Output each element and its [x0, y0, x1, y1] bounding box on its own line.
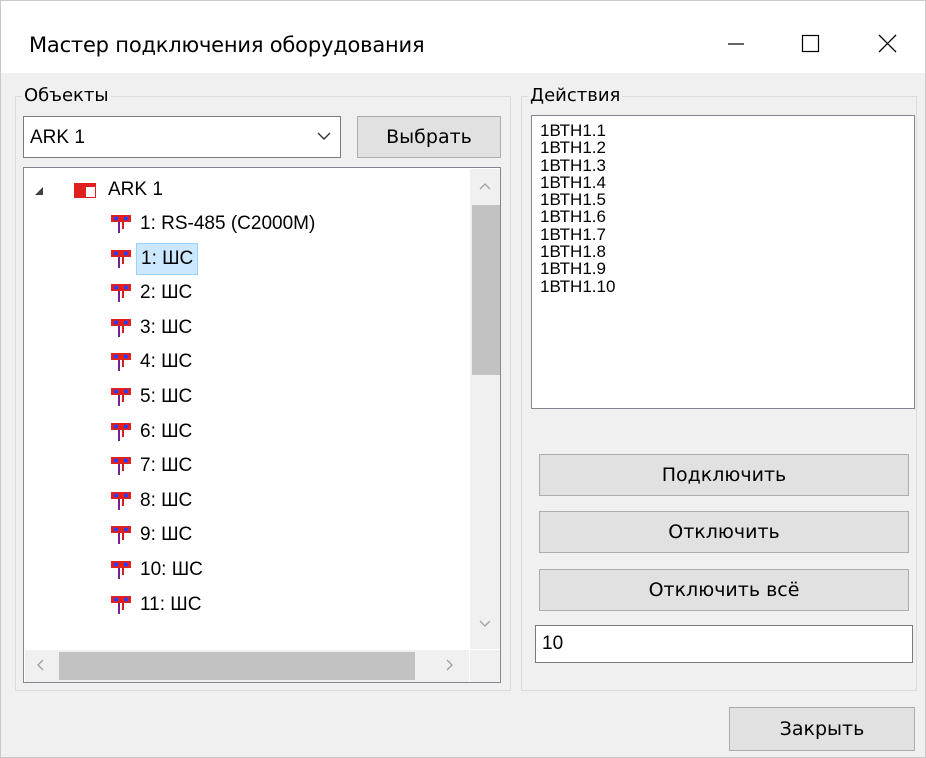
- zone-icon: [111, 284, 131, 303]
- actions-list-item[interactable]: 1ВТН1.9: [540, 260, 914, 278]
- tree-horizontal-scrollbar[interactable]: [25, 650, 469, 682]
- tree-node-zone-label: 6: ШС: [140, 420, 193, 442]
- tree-node-zone[interactable]: 2: ШС: [24, 277, 464, 309]
- window-title: Мастер подключения оборудования: [29, 33, 425, 57]
- chevron-down-icon: [317, 132, 331, 140]
- actions-list-item[interactable]: 1ВТН1.7: [540, 225, 914, 243]
- tree-node-zone[interactable]: 1: RS-485 (С2000М): [24, 208, 464, 240]
- connect-button[interactable]: Подключить: [539, 454, 909, 496]
- device-icon: [74, 183, 96, 198]
- tree-vertical-scrollbar[interactable]: [470, 169, 500, 649]
- actions-list-item[interactable]: 1ВТН1.10: [540, 277, 914, 295]
- disconnect-button-label: Отключить: [668, 521, 780, 543]
- actions-list-item[interactable]: 1ВТН1.3: [540, 156, 914, 174]
- tree-node-zone[interactable]: 7: ШС: [24, 450, 464, 482]
- tree-node-zone-label: 1: RS-485 (С2000М): [140, 213, 316, 234]
- actions-list[interactable]: 1ВТН1.1 1ВТН1.2 1ВТН1.3 1ВТН1.4 1ВТН1.5 1ВТН1…: [531, 115, 915, 409]
- actions-list-item[interactable]: 1ВТН1.1: [540, 122, 914, 140]
- tree-node-zone-label: 2: ШС: [140, 282, 193, 304]
- horizontal-scroll-thumb[interactable]: [59, 652, 415, 680]
- zone-icon: [111, 595, 131, 614]
- tree-node-zone-label: 11: ШС: [140, 593, 202, 615]
- tree-node-zone-label: 8: ШС: [140, 489, 193, 511]
- close-button[interactable]: Закрыть: [729, 707, 915, 751]
- expand-triangle-icon[interactable]: [34, 186, 44, 196]
- close-window-button[interactable]: [865, 21, 911, 67]
- zone-icon: [111, 249, 131, 268]
- maximize-icon: [801, 34, 820, 53]
- tree-node-zone[interactable]: 6: ШС: [24, 416, 464, 448]
- maximize-button[interactable]: [787, 21, 833, 67]
- objects-tree[interactable]: ARK 1 1: RS-485 (С2000М) 1: ШС 2: ШС 3: ШС 4…: [23, 167, 501, 683]
- actions-list-item[interactable]: 1ВТН1.8: [540, 243, 914, 261]
- zone-icon: [111, 457, 131, 476]
- actions-list-item[interactable]: 1ВТН1.4: [540, 174, 914, 192]
- disconnect-all-button-label: Отключить всё: [648, 579, 800, 601]
- zone-icon: [111, 215, 131, 233]
- zone-icon: [111, 318, 131, 337]
- tree-node-zone[interactable]: 3: ШС: [24, 312, 464, 344]
- minimize-icon: [728, 43, 744, 45]
- tree-node-zone-label: 9: ШС: [140, 524, 193, 546]
- scroll-down-icon[interactable]: [478, 619, 492, 629]
- zone-icon: [111, 491, 131, 510]
- tree-node-root-label: ARK 1: [108, 179, 163, 200]
- connect-button-label: Подключить: [661, 464, 787, 486]
- close-button-label: Закрыть: [779, 718, 865, 740]
- tree-node-zone[interactable]: 11: ШС: [24, 589, 464, 621]
- tree-node-zone[interactable]: 1: ШС: [24, 242, 464, 275]
- minimize-button[interactable]: [713, 21, 759, 67]
- zone-icon: [111, 353, 131, 372]
- scrollbar-corner: [470, 650, 500, 682]
- select-button[interactable]: Выбрать: [357, 116, 501, 158]
- actions-group-label: Действия: [530, 85, 621, 106]
- tree-node-zone[interactable]: 9: ШС: [24, 519, 464, 551]
- actions-list-item[interactable]: 1ВТН1.6: [540, 208, 914, 226]
- zone-icon: [111, 561, 131, 579]
- zone-icon: [111, 388, 131, 406]
- wizard-window: Мастер подключения оборудования Объекты …: [0, 0, 926, 758]
- count-field[interactable]: 10: [535, 625, 913, 663]
- tree-node-root[interactable]: ARK 1: [24, 174, 464, 206]
- disconnect-all-button[interactable]: Отключить всё: [539, 569, 909, 611]
- close-icon: [878, 34, 897, 53]
- tree-node-zone[interactable]: 4: ШС: [24, 346, 464, 378]
- tree-node-zone[interactable]: 8: ШС: [24, 485, 464, 517]
- actions-list-item[interactable]: 1ВТН1.5: [540, 191, 914, 209]
- device-select[interactable]: ARK 1: [23, 116, 341, 158]
- actions-list-item[interactable]: 1ВТН1.2: [540, 139, 914, 157]
- device-select-value: ARK 1: [30, 127, 85, 148]
- zone-icon: [111, 526, 131, 545]
- tree-node-zone-label: 4: ШС: [140, 351, 193, 373]
- select-button-label: Выбрать: [386, 126, 472, 148]
- tree-node-zone-label: 10: ШС: [140, 559, 203, 580]
- scroll-right-icon[interactable]: [445, 658, 455, 672]
- tree-node-zone-label: 1: ШС: [136, 242, 199, 275]
- zone-icon: [111, 422, 131, 441]
- tree-node-zone-label: 7: ШС: [140, 455, 193, 477]
- tree-node-zone-label: 3: ШС: [140, 316, 193, 338]
- tree-node-zone[interactable]: 10: ШС: [24, 554, 464, 586]
- tree-node-zone[interactable]: 5: ШС: [24, 381, 464, 413]
- scroll-left-icon[interactable]: [35, 658, 45, 672]
- vertical-scroll-thumb[interactable]: [472, 205, 500, 375]
- objects-group-label: Объекты: [24, 85, 109, 106]
- disconnect-button[interactable]: Отключить: [539, 511, 909, 553]
- scroll-up-icon[interactable]: [478, 181, 492, 191]
- title-bar: Мастер подключения оборудования: [1, 1, 925, 73]
- tree-node-zone-label: 5: ШС: [140, 386, 193, 407]
